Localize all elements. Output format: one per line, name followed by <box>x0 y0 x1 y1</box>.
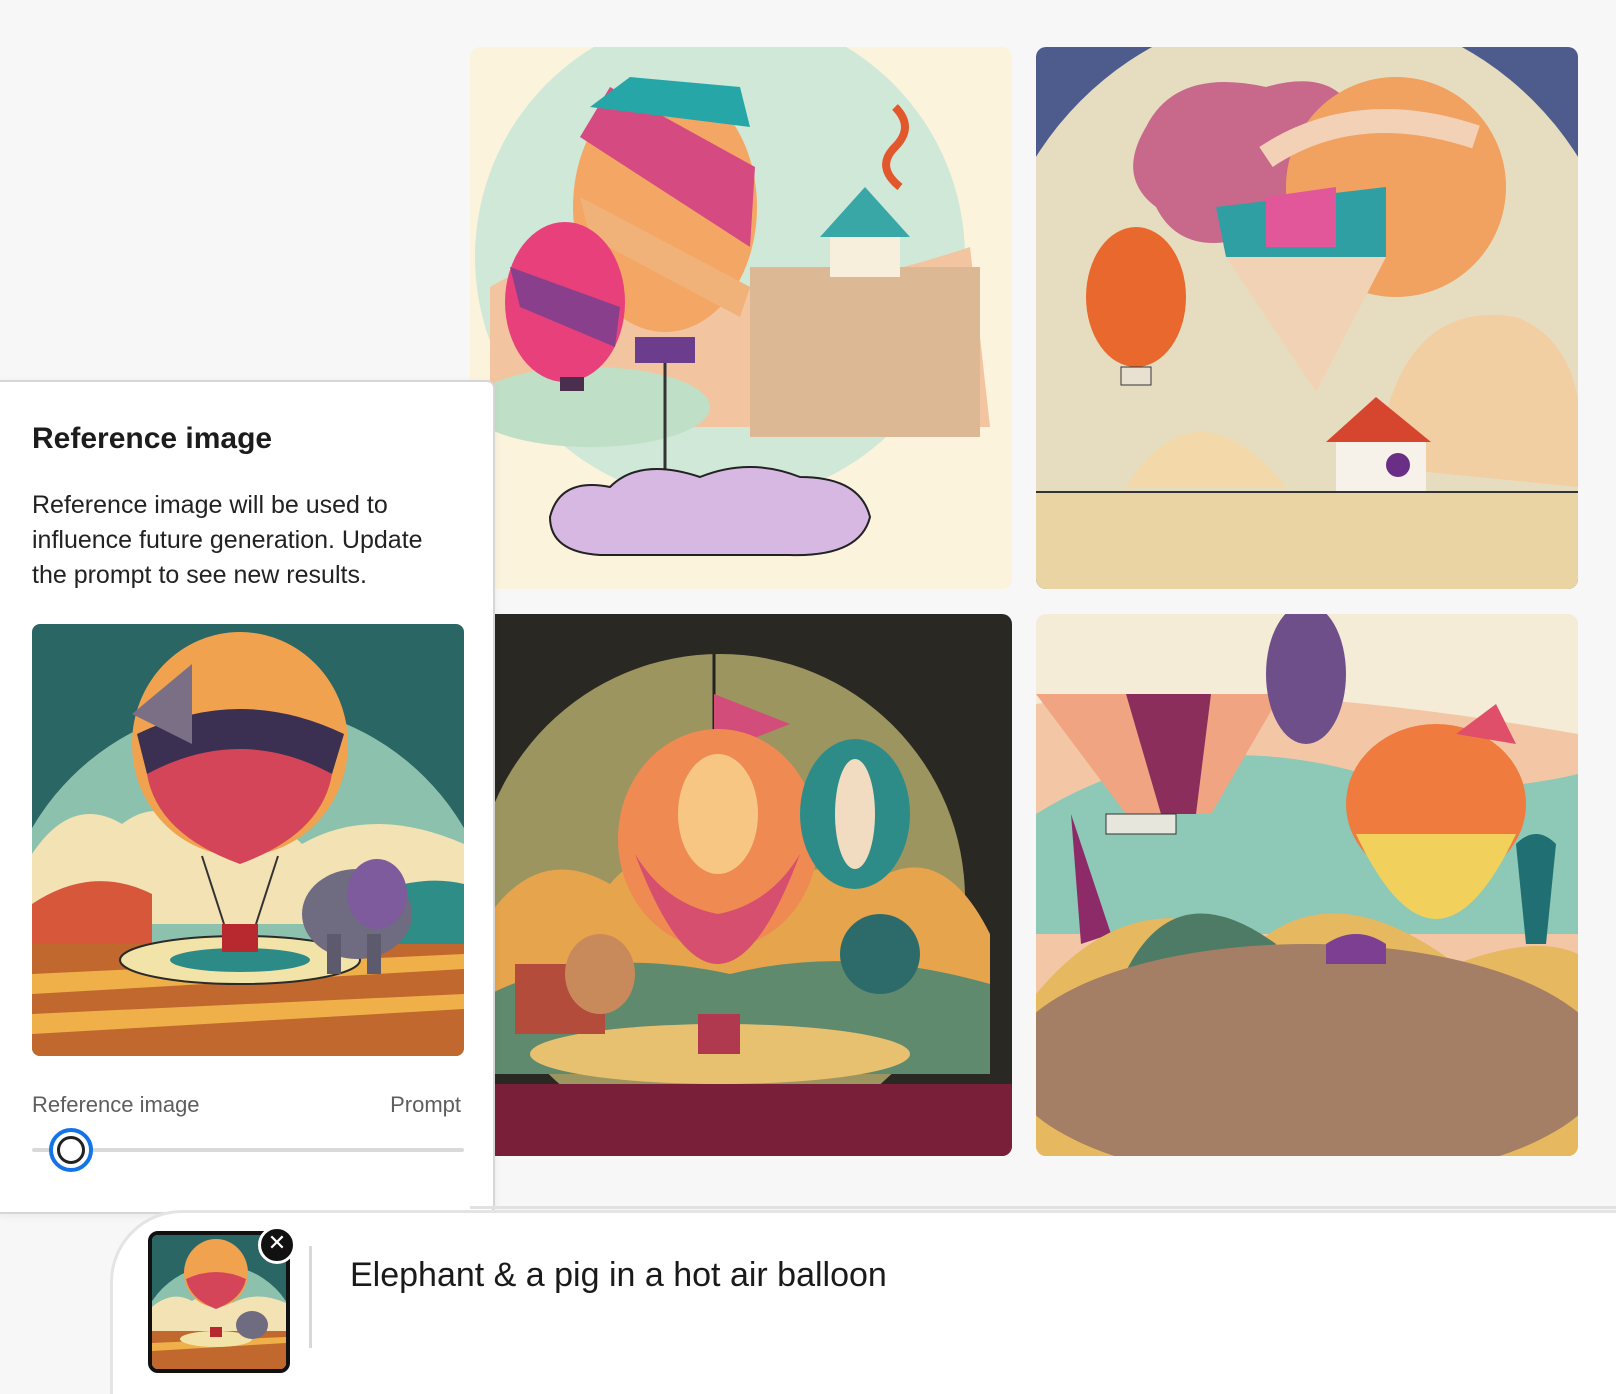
generated-image-2[interactable] <box>1036 47 1578 589</box>
reference-strength-slider-track[interactable] <box>32 1148 464 1152</box>
balloon-house-illustration <box>470 47 1012 589</box>
balloon-night-illustration <box>470 614 1012 1156</box>
reference-image-panel: Reference image Reference image will be … <box>0 380 495 1214</box>
remove-reference-button[interactable]: ✕ <box>258 1226 296 1264</box>
prompt-bar <box>110 1210 1616 1394</box>
slider-label-reference: Reference image <box>32 1092 200 1117</box>
results-divider <box>470 1206 1616 1209</box>
generated-image-4[interactable] <box>1036 614 1578 1156</box>
balloon-elephant-reference-illustration <box>32 624 464 1056</box>
balloon-hut-illustration <box>1036 47 1578 589</box>
generated-image-1[interactable] <box>470 47 1012 589</box>
slider-label-prompt: Prompt <box>390 1092 461 1117</box>
panel-description: Reference image will be used to influenc… <box>32 491 423 589</box>
reference-image <box>32 624 464 1056</box>
panel-title: Reference image <box>32 422 273 455</box>
prompt-separator <box>309 1246 312 1348</box>
balloon-elephant-hills-illustration <box>1036 614 1578 1156</box>
prompt-input[interactable]: Elephant & a pig in a hot air balloon <box>350 1256 887 1295</box>
reference-strength-slider-handle[interactable] <box>48 1128 93 1172</box>
firefly-generation-view: Reference image Reference image will be … <box>0 0 1616 1394</box>
generated-image-3[interactable] <box>470 614 1012 1156</box>
